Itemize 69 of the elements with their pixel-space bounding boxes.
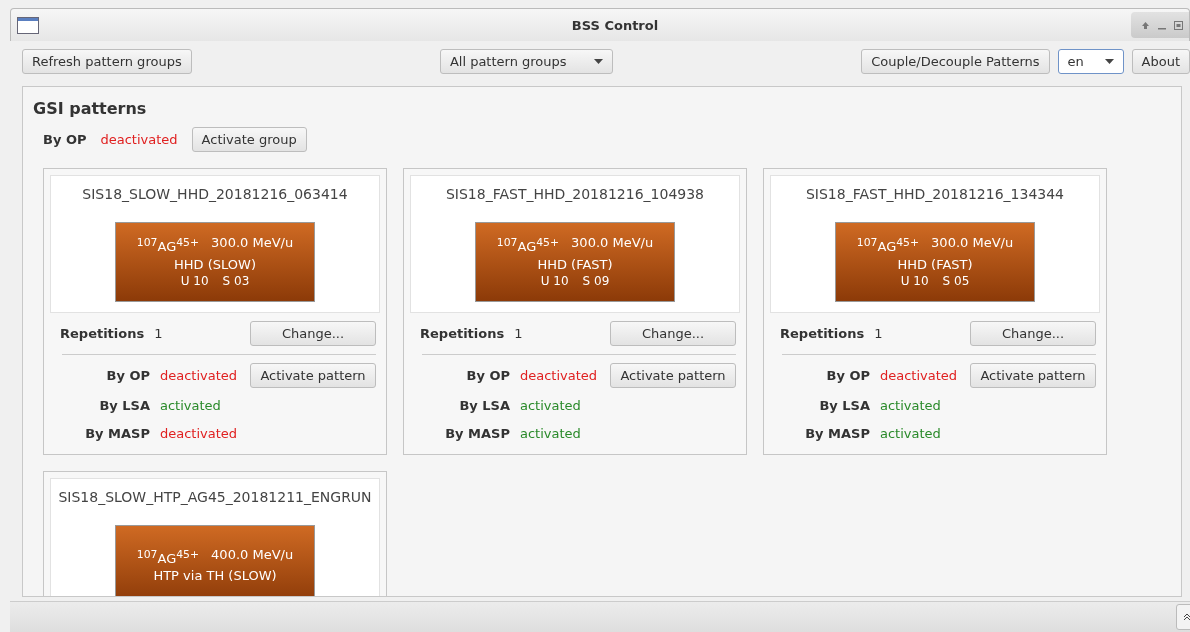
activate-pattern-button[interactable]: Activate pattern: [970, 363, 1096, 388]
repetitions-value: 1: [154, 326, 164, 341]
language-dropdown[interactable]: en: [1057, 48, 1124, 74]
mode-text: HHD (FAST): [537, 255, 613, 273]
repetitions-value: 1: [514, 326, 524, 341]
activate-pattern-button[interactable]: Activate pattern: [250, 363, 376, 388]
sequence-text: S 05: [942, 272, 970, 290]
about-button[interactable]: About: [1131, 48, 1190, 74]
status-value: activated: [880, 425, 942, 443]
energy-text: 400.0 MeV/u: [211, 545, 294, 564]
group-dropdown[interactable]: All pattern groups: [439, 48, 613, 74]
pattern-name: SIS18_SLOW_HHD_20181216_063414: [82, 186, 348, 202]
up-arrow-icon[interactable]: [1141, 20, 1150, 30]
status-label: By LSA: [98, 397, 150, 415]
activate-pattern-button[interactable]: Activate pattern: [610, 363, 736, 388]
status-label: By LSA: [458, 397, 510, 415]
repetitions-label: Repetitions: [780, 326, 865, 341]
energy-text: 300.0 MeV/u: [211, 234, 294, 253]
window-icon: [17, 16, 39, 34]
unit-text: U 10: [540, 272, 569, 290]
chevrons-icon: [1182, 613, 1190, 621]
pattern-name: SIS18_FAST_HHD_20181216_104938: [445, 186, 704, 202]
isotope-text: $^{107}$AG$^{45+}$: [496, 235, 560, 256]
maximize-icon[interactable]: [1174, 20, 1183, 30]
repetitions-label: Repetitions: [60, 326, 145, 341]
window-title: BSS Control: [570, 17, 660, 33]
status-label: By MASP: [444, 425, 510, 443]
couple-decouple-button[interactable]: Couple/Decouple Patterns: [861, 48, 1050, 74]
status-value: activated: [520, 397, 582, 415]
dropdown-arrow-icon: [593, 58, 603, 64]
status-value: activated: [520, 425, 582, 443]
status-value: deactivated: [520, 366, 599, 385]
energy-text: 300.0 MeV/u: [931, 234, 1014, 253]
change-button[interactable]: Change...: [250, 321, 376, 346]
activate-group-button[interactable]: Activate group: [191, 127, 307, 152]
status-value: activated: [160, 397, 222, 415]
unit-text: U 10: [900, 272, 929, 290]
change-button[interactable]: Change...: [610, 321, 736, 346]
repetitions-label: Repetitions: [420, 326, 505, 341]
mode-text: HHD (SLOW): [174, 255, 256, 273]
energy-text: 300.0 MeV/u: [571, 234, 654, 253]
expand-button[interactable]: [1176, 604, 1190, 630]
refresh-button[interactable]: Refresh pattern groups: [22, 48, 192, 74]
change-button[interactable]: Change...: [970, 321, 1096, 346]
mode-text: HHD (FAST): [897, 255, 973, 273]
status-label: By OP: [825, 366, 870, 385]
status-value: activated: [880, 397, 942, 415]
repetitions-value: 1: [874, 326, 884, 341]
status-value: deactivated: [160, 366, 239, 385]
pattern-name: SIS18_SLOW_HTP_AG45_20181211_ENGRUN: [58, 489, 372, 505]
status-value: deactivated: [160, 425, 239, 443]
status-label: By OP: [43, 132, 87, 147]
mode-text: HTP via TH (SLOW): [153, 567, 277, 585]
sequence-text: S 09: [582, 272, 610, 290]
status-label: By OP: [105, 366, 150, 385]
status-label: By LSA: [818, 397, 870, 415]
dropdown-arrow-icon: [1104, 58, 1114, 64]
status-value: deactivated: [880, 366, 959, 385]
isotope-text: $^{107}$AG$^{45+}$: [136, 235, 200, 256]
status-label: By MASP: [84, 425, 150, 443]
unit-text: U 10: [180, 272, 209, 290]
isotope-text: $^{107}$AG$^{45+}$: [856, 235, 920, 256]
sequence-text: S 03: [222, 272, 250, 290]
group-title: GSI patterns: [33, 99, 148, 118]
status-label: By MASP: [804, 425, 870, 443]
isotope-text: $^{107}$AG$^{45+}$: [136, 546, 200, 568]
pattern-name: SIS18_FAST_HHD_20181216_134344: [805, 186, 1064, 202]
status-label: By OP: [465, 366, 510, 385]
status-value: deactivated: [100, 132, 178, 147]
